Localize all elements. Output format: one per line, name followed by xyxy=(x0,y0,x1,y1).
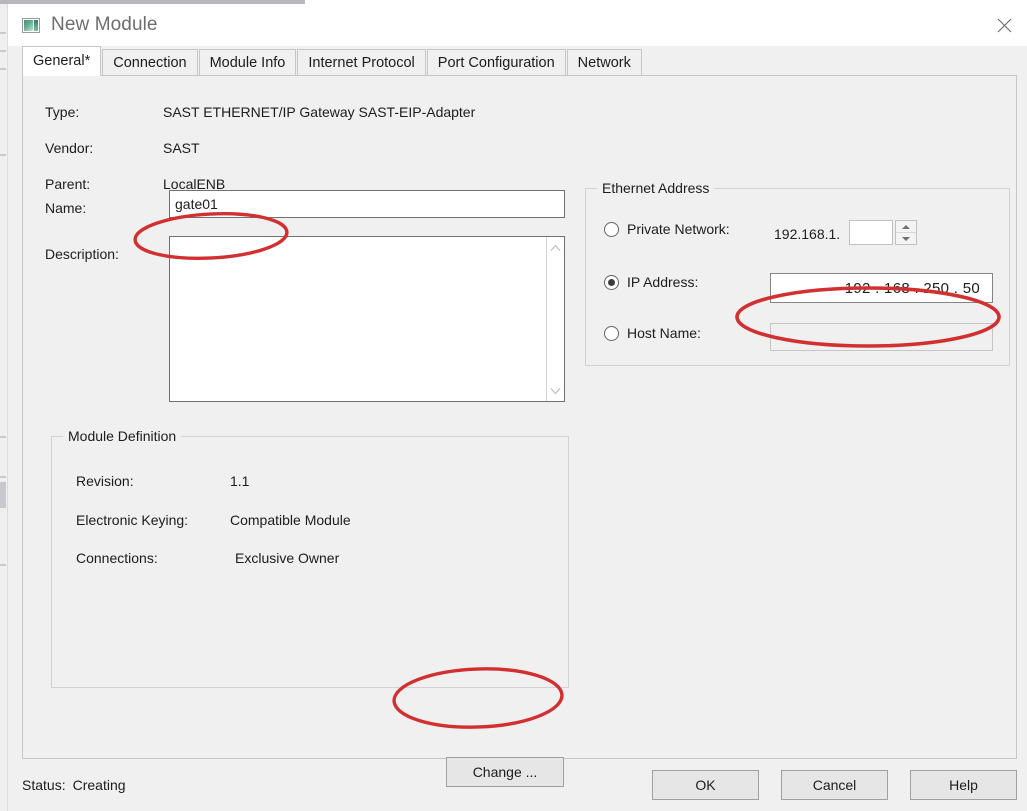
module-icon xyxy=(22,18,40,33)
field-connections: Connections: Exclusive Owner xyxy=(76,550,339,566)
radio-host-name-button[interactable] xyxy=(604,326,619,341)
description-input[interactable] xyxy=(170,237,546,401)
dialog-titlebar: New Module xyxy=(8,4,1027,46)
description-box xyxy=(169,236,565,402)
host-name-input[interactable] xyxy=(770,323,993,351)
field-vendor: Vendor: SAST xyxy=(45,140,200,156)
status-value: Creating xyxy=(73,777,126,793)
radio-private-network-label: Private Network: xyxy=(627,221,730,237)
field-connections-label: Connections: xyxy=(76,550,230,566)
general-tab-panel: Type: SAST ETHERNET/IP Gateway SAST-EIP-… xyxy=(22,75,1017,759)
private-network-spinner[interactable] xyxy=(895,220,917,245)
spinner-up-icon[interactable] xyxy=(896,221,916,233)
radio-host-name[interactable]: Host Name: xyxy=(604,325,701,341)
new-module-dialog: New Module General* Connection Module In… xyxy=(8,4,1027,811)
radio-host-name-label: Host Name: xyxy=(627,325,701,341)
tab-module-info[interactable]: Module Info xyxy=(199,49,297,76)
name-label: Name: xyxy=(45,200,86,216)
chevron-down-icon[interactable] xyxy=(550,383,561,398)
spinner-down-icon[interactable] xyxy=(896,233,916,244)
dialog-button-group: OK Cancel Help xyxy=(652,770,1017,800)
field-type-label: Type: xyxy=(45,104,163,120)
tab-general[interactable]: General* xyxy=(22,46,101,76)
tab-port-configuration[interactable]: Port Configuration xyxy=(427,49,566,76)
change-button[interactable]: Change ... xyxy=(446,757,564,787)
field-vendor-value: SAST xyxy=(163,140,200,156)
field-connections-value: Exclusive Owner xyxy=(230,550,339,566)
ok-button[interactable]: OK xyxy=(652,770,759,800)
chevron-up-icon[interactable] xyxy=(550,240,561,255)
tab-strip: General* Connection Module Info Internet… xyxy=(8,46,1027,76)
radio-ip-address[interactable]: IP Address: xyxy=(604,274,698,290)
ethernet-address-title: Ethernet Address xyxy=(597,180,714,196)
ip-address-input[interactable]: 192 . 168 . 250 . 50 xyxy=(770,273,993,303)
field-electronic-keying-label: Electronic Keying: xyxy=(76,512,230,528)
field-revision-label: Revision: xyxy=(76,473,230,489)
field-revision-value: 1.1 xyxy=(230,473,249,489)
tab-network[interactable]: Network xyxy=(567,49,642,76)
radio-ip-address-label: IP Address: xyxy=(627,274,698,290)
field-vendor-label: Vendor: xyxy=(45,140,163,156)
radio-ip-address-button[interactable] xyxy=(604,275,619,290)
field-electronic-keying: Electronic Keying: Compatible Module xyxy=(76,512,351,528)
dialog-title: New Module xyxy=(51,14,158,36)
field-type: Type: SAST ETHERNET/IP Gateway SAST-EIP-… xyxy=(45,104,475,120)
status-text: Status: Creating xyxy=(22,777,126,793)
description-scrollbar[interactable] xyxy=(546,237,564,401)
radio-private-network[interactable]: Private Network: xyxy=(604,221,730,237)
ethernet-address-group: Ethernet Address Private Network: 192.16… xyxy=(585,188,1010,366)
field-type-value: SAST ETHERNET/IP Gateway SAST-EIP-Adapte… xyxy=(163,104,475,120)
tab-internet-protocol[interactable]: Internet Protocol xyxy=(297,49,425,76)
field-electronic-keying-value: Compatible Module xyxy=(230,512,351,528)
cancel-button[interactable]: Cancel xyxy=(781,770,888,800)
field-parent-label: Parent: xyxy=(45,176,163,192)
close-icon[interactable] xyxy=(981,4,1027,46)
background-window-left-edge xyxy=(0,4,8,811)
help-button[interactable]: Help xyxy=(910,770,1017,800)
private-network-prefix: 192.168.1. xyxy=(774,226,840,242)
field-revision: Revision: 1.1 xyxy=(76,473,249,489)
name-input[interactable] xyxy=(169,190,565,218)
module-definition-title: Module Definition xyxy=(63,428,181,444)
private-network-octet-input[interactable] xyxy=(849,220,893,245)
module-definition-group: Module Definition Revision: 1.1 Electron… xyxy=(51,436,569,688)
description-label: Description: xyxy=(45,246,119,262)
radio-private-network-button[interactable] xyxy=(604,222,619,237)
tab-connection[interactable]: Connection xyxy=(102,49,197,76)
status-label: Status: xyxy=(22,777,66,793)
